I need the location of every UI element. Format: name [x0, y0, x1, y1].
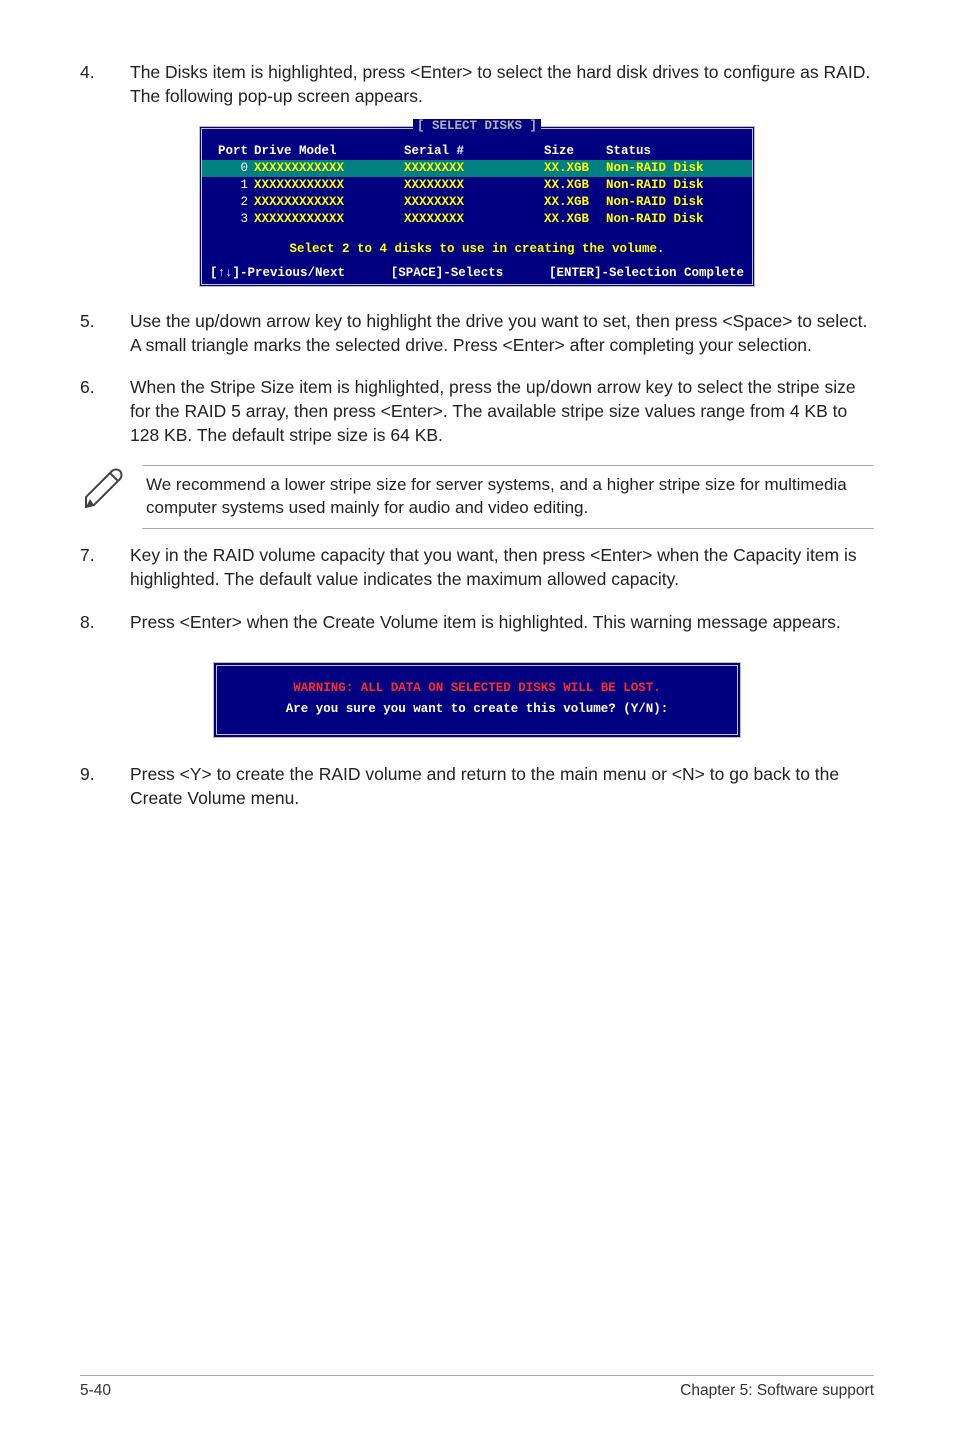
col-model: Drive Model	[254, 143, 404, 160]
cell-size: XX.XGB	[544, 194, 606, 211]
panel-footer: [↑↓]-Previous/Next [SPACE]-Selects [ENTE…	[202, 264, 752, 280]
disk-row[interactable]: 2 XXXXXXXXXXXX XXXXXXXX XX.XGB Non-RAID …	[202, 194, 752, 211]
disk-row[interactable]: 3 XXXXXXXXXXXX XXXXXXXX XX.XGB Non-RAID …	[202, 211, 752, 228]
cell-model: XXXXXXXXXXXX	[254, 194, 404, 211]
col-serial: Serial #	[404, 143, 544, 160]
step-6: 6. When the Stripe Size item is highligh…	[80, 375, 874, 447]
footer-prev-next: [↑↓]-Previous/Next	[210, 266, 345, 280]
footer-select: [SPACE]-Selects	[391, 266, 504, 280]
note-text: We recommend a lower stripe size for ser…	[142, 465, 874, 529]
warning-dialog: WARNING: ALL DATA ON SELECTED DISKS WILL…	[213, 662, 741, 739]
step-number: 5.	[80, 309, 130, 357]
cell-size: XX.XGB	[544, 160, 606, 177]
cell-model: XXXXXXXXXXXX	[254, 160, 404, 177]
step-text: Key in the RAID volume capacity that you…	[130, 543, 874, 591]
cell-serial: XXXXXXXX	[404, 194, 544, 211]
step-8: 8. Press <Enter> when the Create Volume …	[80, 610, 874, 634]
cell-model: XXXXXXXXXXXX	[254, 177, 404, 194]
col-size: Size	[544, 143, 606, 160]
step-text: When the Stripe Size item is highlighted…	[130, 375, 874, 447]
pencil-icon	[80, 465, 128, 513]
step-number: 7.	[80, 543, 130, 591]
select-disks-panel: [ SELECT DISKS ] Port Drive Model Serial…	[199, 126, 755, 286]
step-number: 6.	[80, 375, 130, 447]
col-port: Port	[212, 143, 254, 160]
step-number: 9.	[80, 762, 130, 810]
cell-serial: XXXXXXXX	[404, 177, 544, 194]
step-text: The Disks item is highlighted, press <En…	[130, 60, 874, 108]
cell-serial: XXXXXXXX	[404, 211, 544, 228]
warning-line-2: Are you sure you want to create this vol…	[227, 699, 727, 720]
cell-status: Non-RAID Disk	[606, 177, 742, 194]
step-9: 9. Press <Y> to create the RAID volume a…	[80, 762, 874, 810]
cell-serial: XXXXXXXX	[404, 160, 544, 177]
page-footer: 5-40 Chapter 5: Software support	[80, 1375, 874, 1400]
warning-line-1: WARNING: ALL DATA ON SELECTED DISKS WILL…	[227, 678, 727, 699]
disk-row[interactable]: 1 XXXXXXXXXXXX XXXXXXXX XX.XGB Non-RAID …	[202, 177, 752, 194]
cell-port: 2	[212, 194, 254, 211]
cell-size: XX.XGB	[544, 177, 606, 194]
panel-hint: Select 2 to 4 disks to use in creating t…	[202, 228, 752, 264]
cell-size: XX.XGB	[544, 211, 606, 228]
step-4: 4. The Disks item is highlighted, press …	[80, 60, 874, 108]
page-number: 5-40	[80, 1382, 111, 1400]
panel-title: [ SELECT DISKS ]	[413, 119, 541, 133]
cell-status: Non-RAID Disk	[606, 194, 742, 211]
chapter-title: Chapter 5: Software support	[680, 1382, 874, 1400]
cell-port: 0	[212, 160, 254, 177]
col-status: Status	[606, 143, 742, 160]
cell-port: 1	[212, 177, 254, 194]
disk-table-header: Port Drive Model Serial # Size Status	[202, 143, 752, 160]
disk-row[interactable]: 0 XXXXXXXXXXXX XXXXXXXX XX.XGB Non-RAID …	[202, 160, 752, 177]
step-text: Use the up/down arrow key to highlight t…	[130, 309, 874, 357]
step-number: 8.	[80, 610, 130, 634]
cell-status: Non-RAID Disk	[606, 160, 742, 177]
footer-complete: [ENTER]-Selection Complete	[549, 266, 744, 280]
step-7: 7. Key in the RAID volume capacity that …	[80, 543, 874, 591]
cell-status: Non-RAID Disk	[606, 211, 742, 228]
step-text: Press <Enter> when the Create Volume ite…	[130, 610, 874, 634]
step-text: Press <Y> to create the RAID volume and …	[130, 762, 874, 810]
cell-port: 3	[212, 211, 254, 228]
note-block: We recommend a lower stripe size for ser…	[80, 465, 874, 529]
cell-model: XXXXXXXXXXXX	[254, 211, 404, 228]
step-number: 4.	[80, 60, 130, 108]
step-5: 5. Use the up/down arrow key to highligh…	[80, 309, 874, 357]
